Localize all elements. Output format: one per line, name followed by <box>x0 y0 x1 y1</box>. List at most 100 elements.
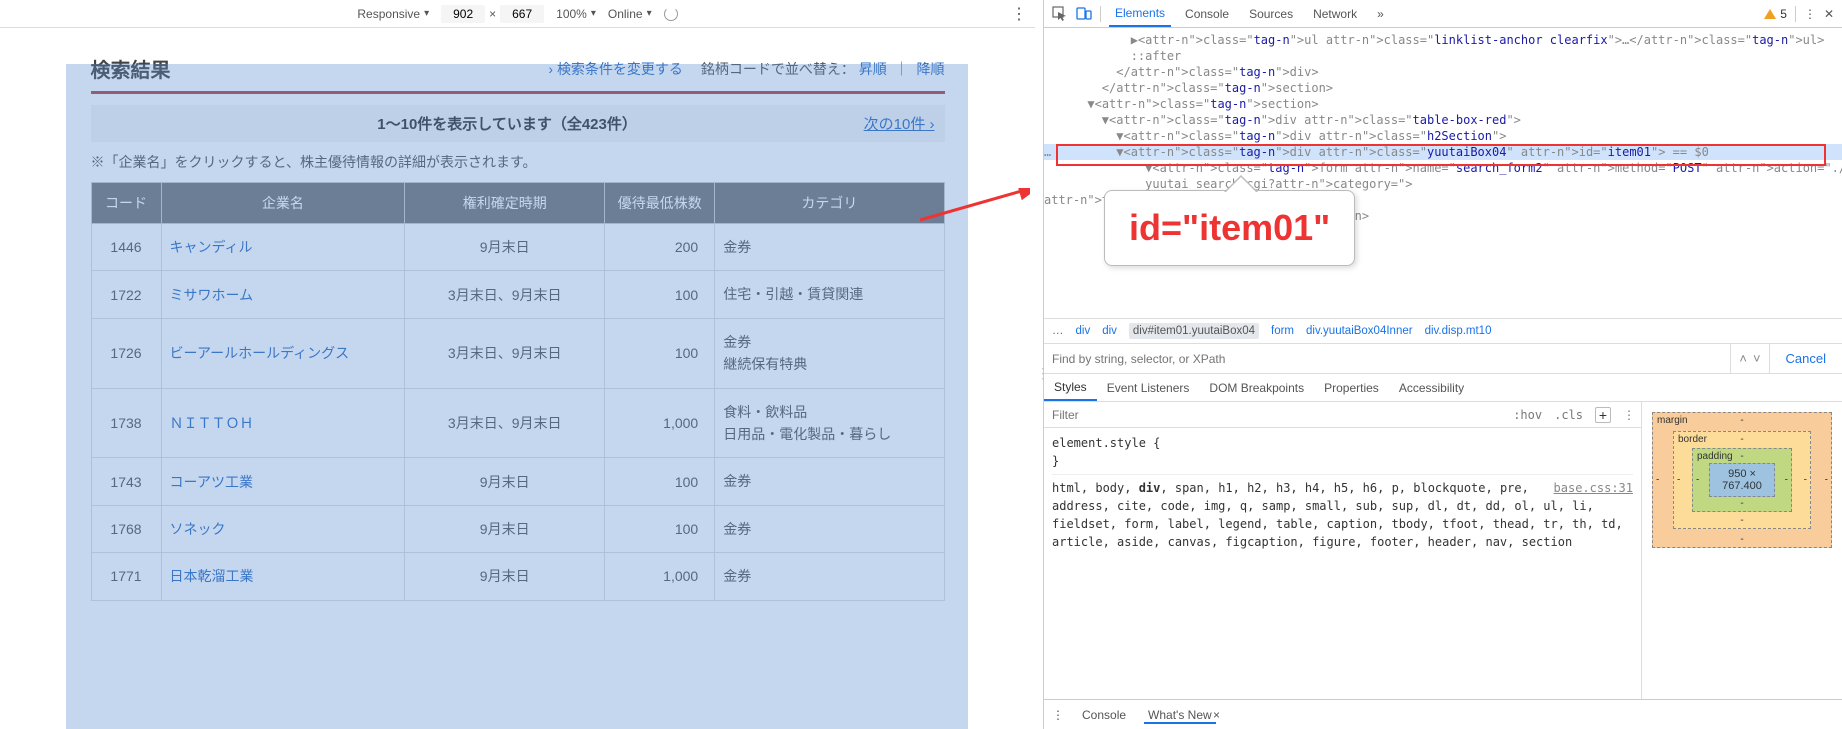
cell-timing: 9月末日 <box>405 505 605 552</box>
annotation-callout: id="item01" <box>1104 190 1355 266</box>
sort-label: 銘柄コードで並べ替え： <box>701 61 855 77</box>
search-next-icon[interactable]: ˅ <box>1753 351 1761 366</box>
cell-timing: 3月末日、9月末日 <box>405 388 605 458</box>
cell-code: 1738 <box>91 388 161 458</box>
results-table: コード 企業名 権利確定時期 優待最低株数 カテゴリ 1446 キャンディル 9月末… <box>91 182 945 601</box>
heading-divider <box>91 91 945 95</box>
tab-elements[interactable]: Elements <box>1109 0 1171 27</box>
company-link[interactable]: ビーアールホールディングス <box>170 345 350 361</box>
col-category: カテゴリ <box>715 183 944 224</box>
tab-sources[interactable]: Sources <box>1243 0 1299 27</box>
resize-handle[interactable] <box>1035 0 1043 729</box>
info-note: ※「企業名」をクリックすると、株主優待情報の詳細が表示されます。 <box>91 142 945 182</box>
table-row: 1768 ソネック 9月末日100金券 <box>91 505 944 552</box>
drawer-tab-console[interactable]: Console <box>1078 708 1130 722</box>
cell-category: 金券 <box>715 505 944 552</box>
cell-timing: 9月末日 <box>405 458 605 505</box>
tab-console[interactable]: Console <box>1179 0 1235 27</box>
cell-shares: 100 <box>605 458 715 505</box>
cell-category: 金券 <box>715 458 944 505</box>
dimension-separator: × <box>489 7 496 21</box>
tab-network[interactable]: Network <box>1307 0 1363 27</box>
table-row: 1446キャンディル9月末日200金券 <box>91 224 944 271</box>
style-rules[interactable]: element.style { } base.css:31html, body,… <box>1044 428 1641 557</box>
drawer-tab-whatsnew[interactable]: What's New <box>1144 708 1216 724</box>
cell-category: 金券継続保有特典 <box>715 318 944 388</box>
zoom-select[interactable]: 100% <box>556 7 596 21</box>
col-code: コード <box>91 183 161 224</box>
cell-shares: 1,000 <box>605 388 715 458</box>
company-link[interactable]: ソネック <box>170 521 226 537</box>
tab-dom-breakpoints[interactable]: DOM Breakpoints <box>1199 374 1314 401</box>
tabs-overflow-icon[interactable]: » <box>1371 0 1390 27</box>
table-row: 1726ビーアールホールディングス3月末日、9月末日100金券継続保有特典 <box>91 318 944 388</box>
tab-accessibility[interactable]: Accessibility <box>1389 374 1474 401</box>
cell-category: 食料・飲料品日用品・電化製品・暮らし <box>715 388 944 458</box>
page-viewport: 検索結果 検索条件を変更する 銘柄コードで並べ替え： 昇順 ｜ 降順 <box>0 28 1035 729</box>
dom-tree[interactable]: ▶<attr-n">class="tag-n">ul attr-n">class… <box>1044 28 1842 318</box>
cell-timing: 3月末日、9月末日 <box>405 271 605 318</box>
cell-timing: 3月末日、9月末日 <box>405 318 605 388</box>
company-link[interactable]: ミサワホーム <box>170 287 254 303</box>
devtools-close-icon[interactable]: ✕ <box>1824 7 1834 21</box>
cell-shares: 100 <box>605 271 715 318</box>
search-prev-icon[interactable]: ˄ <box>1739 351 1747 366</box>
cell-code: 1768 <box>91 505 161 552</box>
drawer-tab-close-icon[interactable]: × <box>1213 708 1220 722</box>
rule-source-link[interactable]: base.css:31 <box>1554 479 1633 497</box>
drawer-menu-icon[interactable]: ⋮ <box>1052 708 1064 722</box>
new-style-rule-button[interactable]: + <box>1595 407 1611 423</box>
styles-filter-input[interactable] <box>1044 408 1507 422</box>
rotate-icon[interactable] <box>664 7 678 21</box>
table-row: 1743 コーアツ工業 9月末日100金券 <box>91 458 944 505</box>
cell-category: 金券 <box>715 553 944 600</box>
device-toggle-icon[interactable] <box>1076 6 1092 22</box>
box-model: margin ---- border ---- padding ---- 950… <box>1642 402 1842 699</box>
cell-code: 1726 <box>91 318 161 388</box>
cell-code: 1743 <box>91 458 161 505</box>
viewport-height-input[interactable] <box>500 5 544 23</box>
cell-code: 1722 <box>91 271 161 318</box>
col-company: 企業名 <box>161 183 405 224</box>
devtools-menu-icon[interactable]: ⋮ <box>1804 7 1816 21</box>
styles-menu-icon[interactable]: ⋮ <box>1617 408 1641 422</box>
breadcrumb[interactable]: … div div div#item01.yuutaiBox04 form di… <box>1044 318 1842 344</box>
col-timing: 権利確定時期 <box>405 183 605 224</box>
cell-timing: 9月末日 <box>405 224 605 271</box>
cell-category: 金券 <box>715 224 944 271</box>
viewport-width-input[interactable] <box>441 5 485 23</box>
throttle-select[interactable]: Online <box>608 7 652 21</box>
cell-code: 1771 <box>91 553 161 600</box>
warning-icon[interactable] <box>1764 9 1776 19</box>
company-link[interactable]: 日本乾溜工業 <box>170 568 254 584</box>
next-page-link[interactable]: 次の10件 <box>864 113 945 134</box>
device-menu-icon[interactable]: ⋮ <box>1011 4 1027 24</box>
table-row: 1738 ＮＩＴＴＯＨ 3月末日、9月末日1,000食料・飲料品日用品・電化製品・暮… <box>91 388 944 458</box>
device-toolbar: Responsive × 100% Online ⋮ <box>0 0 1035 28</box>
cell-shares: 100 <box>605 505 715 552</box>
cell-category: 住宅・引越・賃貸関連 <box>715 271 944 318</box>
hov-toggle[interactable]: :hov <box>1507 408 1548 422</box>
tab-event-listeners[interactable]: Event Listeners <box>1097 374 1200 401</box>
col-shares: 優待最低株数 <box>605 183 715 224</box>
company-link[interactable]: ＮＩＴＴＯＨ <box>170 415 254 431</box>
inspect-icon[interactable] <box>1052 6 1068 22</box>
cls-toggle[interactable]: .cls <box>1548 408 1589 422</box>
table-row: 1722 ミサワホーム 3月末日、9月末日100住宅・引越・賃貸関連 <box>91 271 944 318</box>
change-criteria-link[interactable]: 検索条件を変更する <box>548 61 683 77</box>
devtools-panel: Elements Console Sources Network » 5 ⋮ ✕… <box>1043 0 1842 729</box>
company-link[interactable]: コーアツ工業 <box>170 474 253 490</box>
tab-styles[interactable]: Styles <box>1044 374 1097 401</box>
cell-shares: 1,000 <box>605 553 715 600</box>
sort-desc-link[interactable]: 降順 <box>917 61 945 77</box>
cell-code: 1446 <box>91 224 161 271</box>
tab-properties[interactable]: Properties <box>1314 374 1389 401</box>
dom-search-input[interactable] <box>1044 344 1730 373</box>
result-count-label: 1～10件を表示しています（全423件） <box>151 113 864 134</box>
company-link[interactable]: キャンディル <box>170 239 253 255</box>
search-cancel-button[interactable]: Cancel <box>1769 344 1842 373</box>
sort-asc-link[interactable]: 昇順 <box>859 61 887 77</box>
cell-timing: 9月末日 <box>405 553 605 600</box>
device-mode-select[interactable]: Responsive <box>357 7 429 21</box>
warning-count: 5 <box>1780 7 1787 21</box>
